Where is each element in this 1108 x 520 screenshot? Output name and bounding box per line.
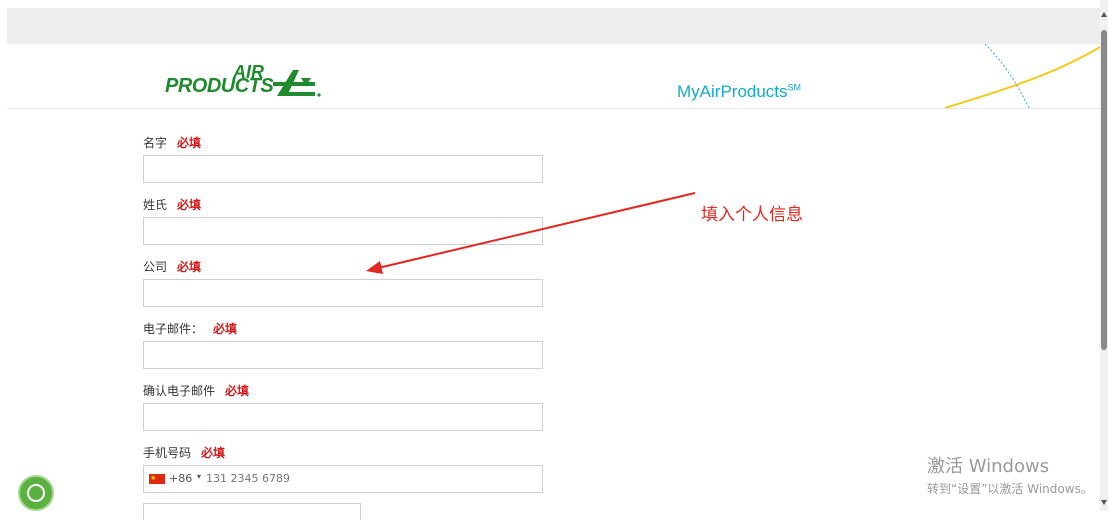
required-marker: 必填: [177, 260, 202, 274]
confirm-email-input[interactable]: [143, 403, 543, 431]
mobile-label: 手机号码 必填: [143, 446, 226, 460]
service-mark: SM: [787, 82, 802, 93]
watermark-title: 激活 Windows: [927, 456, 1050, 477]
annotation-text: 填入个人信息: [701, 205, 803, 225]
mobile-input[interactable]: ★ +86 ▾ 131 2345 6789: [143, 465, 543, 493]
page-scrollbar[interactable]: [1100, 0, 1108, 511]
company-label: 公司 必填: [143, 260, 202, 274]
last-name-label: 姓氏 必填: [143, 198, 202, 212]
logo-products-text: PRODUCTS: [165, 75, 274, 97]
top-bar: [7, 8, 1100, 44]
email-label: 电子邮件： 必填: [143, 322, 238, 336]
air-products-logo[interactable]: AIR PRODUCTS: [165, 63, 325, 104]
confirm-email-label: 确认电子邮件 必填: [143, 384, 250, 398]
windows-activation-watermark: 激活 Windows 转到“设置”以激活 Windows。: [927, 452, 1093, 497]
scrollbar-thumb[interactable]: [1101, 30, 1107, 350]
mobile-placeholder: 131 2345 6789: [206, 472, 290, 485]
required-marker: 必填: [177, 136, 202, 150]
scroll-up-icon[interactable]: [1101, 12, 1107, 17]
decorative-curves: [944, 44, 1100, 108]
cookie-settings-button[interactable]: [18, 475, 54, 511]
next-field-partial[interactable]: [143, 503, 361, 520]
last-name-input[interactable]: [143, 217, 543, 245]
first-name-label: 名字 必填: [143, 136, 202, 150]
country-code[interactable]: +86: [169, 472, 192, 485]
watermark-subtitle: 转到“设置”以激活 Windows。: [927, 482, 1093, 496]
cookie-settings-icon: [27, 484, 45, 502]
first-name-input[interactable]: [143, 155, 543, 183]
logo-mark-icon: [273, 70, 321, 97]
browser-top-edge: [0, 0, 1100, 8]
required-marker: 必填: [225, 384, 250, 398]
email-input[interactable]: [143, 341, 543, 369]
site-header: AIR PRODUCTS MyAirProductsSM: [7, 44, 1100, 109]
china-flag-icon[interactable]: ★: [149, 474, 165, 484]
my-air-products-title: MyAirProductsSM: [677, 82, 802, 101]
scroll-down-icon[interactable]: [1101, 500, 1107, 505]
company-input[interactable]: [143, 279, 543, 307]
required-marker: 必填: [213, 322, 238, 336]
required-marker: 必填: [201, 446, 226, 460]
required-marker: 必填: [177, 198, 202, 212]
chevron-down-icon[interactable]: ▾: [197, 472, 201, 481]
